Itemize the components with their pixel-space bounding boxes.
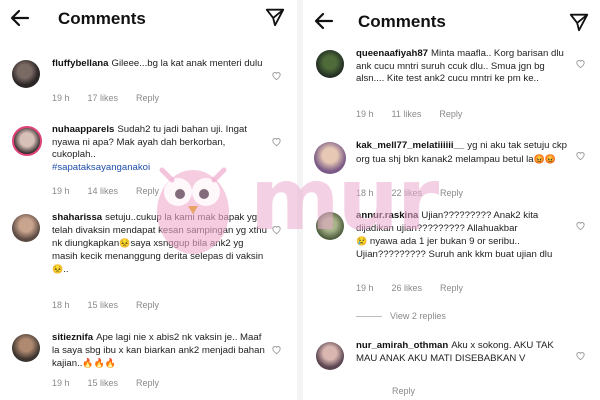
heart-icon[interactable] bbox=[575, 350, 586, 361]
avatar[interactable] bbox=[316, 342, 344, 370]
reply-button[interactable]: Reply bbox=[440, 283, 463, 293]
avatar[interactable] bbox=[12, 214, 40, 242]
comment-likes[interactable]: 17 likes bbox=[88, 93, 119, 103]
comment-username[interactable]: kak_mell77_melatiiiiii__ bbox=[356, 140, 464, 151]
avatar[interactable] bbox=[12, 334, 40, 362]
crying-emoji: 😢 bbox=[356, 236, 368, 246]
panel-divider bbox=[297, 0, 303, 400]
fire-emoji: 🔥🔥🔥 bbox=[82, 358, 117, 368]
comment-likes[interactable]: 11 likes bbox=[392, 109, 422, 119]
heart-icon[interactable] bbox=[575, 58, 586, 69]
comment-username[interactable]: annur.raskina bbox=[356, 210, 418, 221]
heart-icon[interactable] bbox=[271, 136, 282, 147]
avatar[interactable] bbox=[316, 212, 344, 240]
comments-header: Comments bbox=[304, 0, 600, 38]
comment-time: 18 h bbox=[356, 188, 374, 198]
comment-likes[interactable]: 22 likes bbox=[392, 188, 423, 198]
heart-icon[interactable] bbox=[271, 344, 282, 355]
reply-button[interactable]: Reply bbox=[440, 188, 463, 198]
view-replies-link[interactable]: View 2 replies bbox=[356, 311, 446, 321]
avatar[interactable] bbox=[316, 50, 344, 78]
heart-icon[interactable] bbox=[575, 150, 586, 161]
reply-button[interactable]: Reply bbox=[136, 378, 159, 388]
comment-username[interactable]: queenaafiyah87 bbox=[356, 48, 428, 59]
comment-time: 19 h bbox=[52, 378, 70, 388]
back-arrow-icon[interactable] bbox=[8, 6, 32, 30]
send-icon[interactable] bbox=[264, 6, 286, 28]
heart-icon[interactable] bbox=[271, 224, 282, 235]
comment-likes[interactable]: 14 likes bbox=[88, 186, 119, 196]
comment-likes[interactable]: 15 likes bbox=[88, 378, 119, 388]
comment-time: 19 h bbox=[52, 186, 70, 196]
angry-emoji: 😡😡 bbox=[533, 153, 557, 164]
heart-icon[interactable] bbox=[271, 70, 282, 81]
reply-button[interactable]: Reply bbox=[136, 93, 159, 103]
reply-button[interactable]: Reply bbox=[439, 109, 462, 119]
reply-button[interactable]: Reply bbox=[136, 186, 159, 196]
comment-time: 18 h bbox=[52, 300, 70, 310]
heart-icon[interactable] bbox=[575, 220, 586, 231]
back-arrow-icon[interactable] bbox=[312, 9, 336, 33]
reply-button[interactable]: Reply bbox=[392, 386, 415, 396]
comment-username[interactable]: shaharissa bbox=[52, 212, 102, 223]
right-comments-screen: Comments queenaafiyah87 Minta maafla.. Ko… bbox=[304, 0, 600, 400]
comment-username[interactable]: sitieznifa bbox=[52, 332, 93, 343]
avatar[interactable] bbox=[12, 60, 40, 88]
page-title: Comments bbox=[358, 12, 446, 31]
emoji: 😣 bbox=[119, 238, 131, 248]
avatar[interactable] bbox=[12, 126, 42, 156]
hashtag-link[interactable]: #sapataksayanganakoi bbox=[52, 162, 150, 173]
comment-likes[interactable]: 15 likes bbox=[88, 300, 119, 310]
comment-likes[interactable]: 26 likes bbox=[392, 283, 423, 293]
comment-text-continued: nyawa ada 1 jer bukan 9 or seribu.. Ujia… bbox=[356, 236, 553, 260]
comments-header: Comments bbox=[0, 0, 296, 38]
emoji: 😣 bbox=[52, 264, 64, 274]
comment-username[interactable]: nur_amirah_othman bbox=[356, 340, 448, 351]
reply-button[interactable]: Reply bbox=[136, 300, 159, 310]
comment-text-tail: .. bbox=[63, 264, 69, 275]
comment-time: 19 h bbox=[356, 283, 374, 293]
comment-time: 19 h bbox=[52, 93, 70, 103]
comment-username[interactable]: fluffybellana bbox=[52, 58, 109, 69]
comment-username[interactable]: nuhaapparels bbox=[52, 124, 114, 135]
comment-text: Gileee...bg la kat anak menteri dulu bbox=[111, 58, 263, 69]
left-comments-screen: Comments fluffybellana Gileee...bg la kat… bbox=[0, 0, 296, 400]
avatar[interactable] bbox=[314, 142, 346, 174]
page-title: Comments bbox=[58, 9, 146, 28]
send-icon[interactable] bbox=[568, 11, 590, 33]
comment-time: 19 h bbox=[356, 109, 374, 119]
